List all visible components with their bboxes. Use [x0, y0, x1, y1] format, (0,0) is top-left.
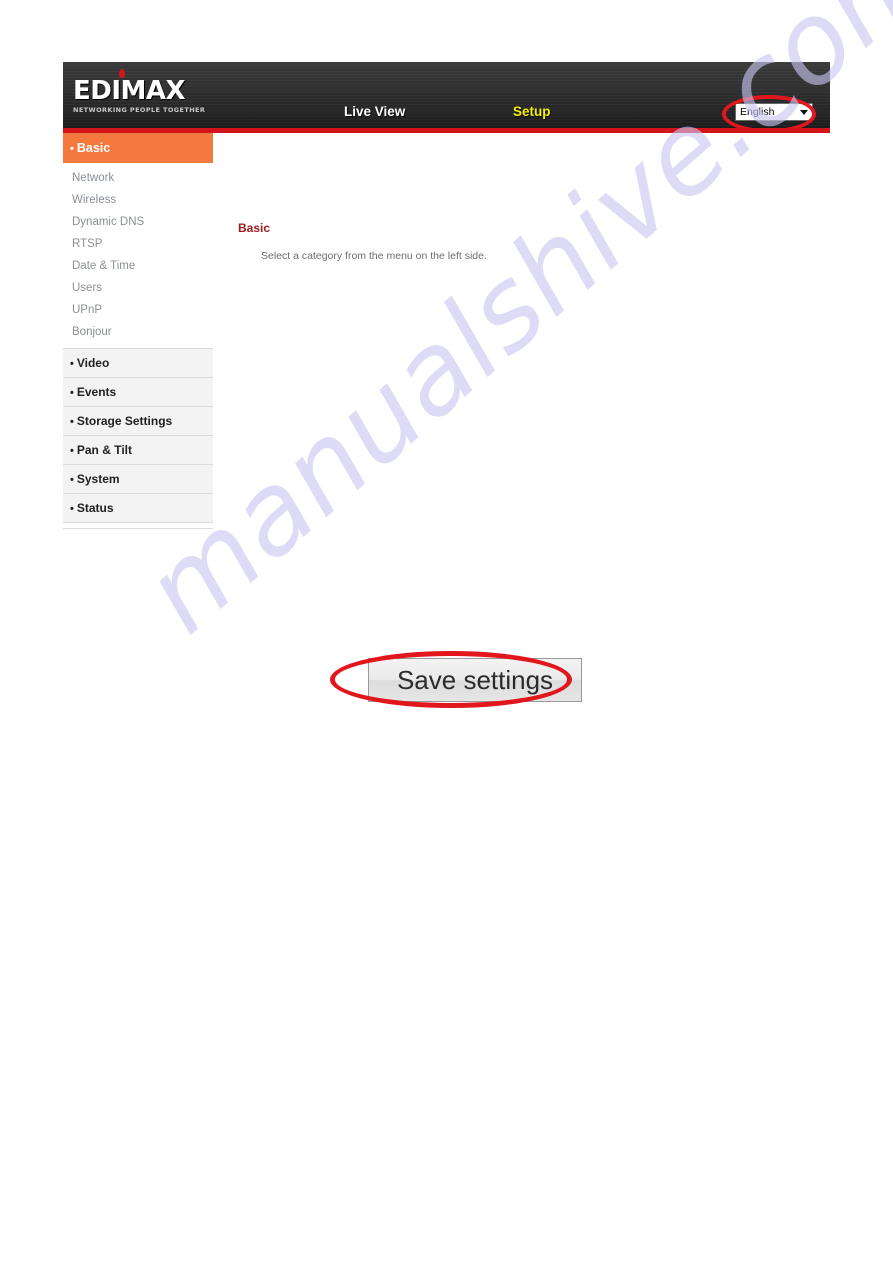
sidebar-item-events[interactable]: • Events: [63, 378, 213, 407]
sidebar-item-basic[interactable]: • Basic: [63, 133, 213, 163]
sidebar-item-users[interactable]: Users: [63, 277, 213, 299]
sidebar-item-network[interactable]: Network: [63, 167, 213, 189]
logo-wordmark: EDIMAX: [73, 76, 186, 106]
sidebar-item-label: Status: [76, 501, 114, 515]
bullet-icon: •: [70, 143, 74, 155]
sidebar-item-bonjour[interactable]: Bonjour: [63, 321, 213, 343]
sidebar-item-dynamic-dns[interactable]: Dynamic DNS: [63, 211, 213, 233]
bullet-icon: •: [70, 416, 74, 428]
sidebar-item-label: System: [76, 472, 120, 486]
sidebar-item-label: Basic: [76, 141, 111, 155]
sidebar-bottom-spacer: [63, 523, 213, 529]
language-select[interactable]: English: [735, 103, 813, 121]
bullet-icon: •: [70, 445, 74, 457]
sidebar-item-video[interactable]: • Video: [63, 349, 213, 378]
site-header: EDIMAX NETWORKING PEOPLE TOGETHER Live V…: [63, 62, 830, 133]
bullet-icon: •: [70, 387, 74, 399]
content-instruction-text: Select a category from the menu on the l…: [261, 250, 487, 262]
language-select-value: English: [740, 106, 775, 118]
bullet-icon: •: [70, 503, 74, 515]
logo-red-dot-icon: [119, 69, 125, 78]
logo-tagline: NETWORKING PEOPLE TOGETHER: [73, 106, 206, 114]
content-panel: Basic Select a category from the menu on…: [213, 133, 830, 693]
nav-setup[interactable]: Setup: [513, 105, 551, 119]
bullet-icon: •: [70, 474, 74, 486]
save-settings-area: Save settings: [330, 651, 582, 708]
sidebar-item-wireless[interactable]: Wireless: [63, 189, 213, 211]
sidebar-item-label: Video: [76, 356, 110, 370]
page-title: Basic: [238, 221, 271, 235]
sidebar-nav: • Basic Network Wireless Dynamic DNS RTSP…: [63, 133, 213, 529]
sidebar-item-pan-tilt[interactable]: • Pan & Tilt: [63, 436, 213, 465]
sidebar-item-label: Events: [76, 385, 117, 399]
sidebar-item-upnp[interactable]: UPnP: [63, 299, 213, 321]
sidebar-item-status[interactable]: • Status: [63, 494, 213, 523]
camera-web-ui: EDIMAX NETWORKING PEOPLE TOGETHER Live V…: [63, 62, 830, 693]
sidebar-sublist-basic: Network Wireless Dynamic DNS RTSP Date &…: [63, 163, 213, 349]
edimax-logo: EDIMAX NETWORKING PEOPLE TOGETHER: [73, 69, 208, 118]
sidebar-item-rtsp[interactable]: RTSP: [63, 233, 213, 255]
chevron-down-icon: [800, 110, 808, 115]
sidebar-item-system[interactable]: • System: [63, 465, 213, 494]
sidebar-item-label: Storage Settings: [76, 414, 173, 428]
nav-live-view[interactable]: Live View: [344, 105, 405, 119]
save-settings-button[interactable]: Save settings: [368, 658, 582, 702]
language-selector-wrap: English: [735, 103, 813, 121]
sidebar-item-label: Pan & Tilt: [76, 443, 132, 457]
sidebar-item-date-time[interactable]: Date & Time: [63, 255, 213, 277]
sidebar-item-storage-settings[interactable]: • Storage Settings: [63, 407, 213, 436]
bullet-icon: •: [70, 358, 74, 370]
